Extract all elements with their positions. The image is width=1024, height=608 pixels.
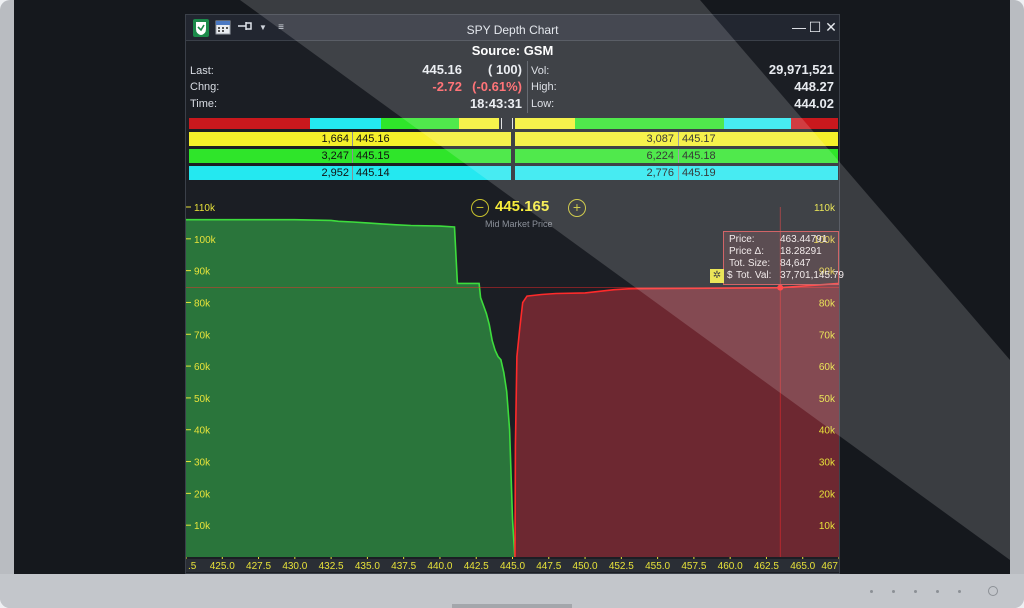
volume-value: 29,971,521 <box>768 62 834 77</box>
volume-label: Vol: <box>531 65 550 77</box>
low-value: 444.02 <box>794 96 834 111</box>
source-label: Source: GSM <box>471 43 554 58</box>
x-tick-label: 450.0 <box>573 561 598 572</box>
monitor-stand <box>452 604 572 608</box>
y-tick-label-left: 110k <box>194 203 216 214</box>
x-tick-label: 425.0 <box>210 561 235 572</box>
y-tick-label-right: 70k <box>819 330 836 341</box>
x-tick-label: 465.0 <box>790 561 815 572</box>
y-tick-label-left: 50k <box>194 394 211 405</box>
ask-price: 445.17 <box>682 133 716 145</box>
y-tick-label-right: 30k <box>819 458 836 469</box>
y-tick-label-right: 20k <box>819 489 836 500</box>
x-tick-label: 437.5 <box>391 561 416 572</box>
x-tick-label: 457.5 <box>681 561 706 572</box>
crosshair-point <box>777 284 784 291</box>
window-title: SPY Depth Chart <box>466 23 559 37</box>
ask-price: 445.19 <box>682 167 716 179</box>
x-tick-label: 432.5 <box>319 561 344 572</box>
y-tick-label-left: 80k <box>194 298 211 309</box>
x-tick-label: .5 <box>188 561 197 572</box>
depth-chart-window[interactable]: ▼ ≡ SPY Depth Chart — ☐ ✕ Source: GSM La… <box>185 14 844 574</box>
bid-size: 2,952 <box>321 167 349 179</box>
change-percent: (-0.61%) <box>472 79 522 94</box>
y-tick-label-left: 20k <box>194 489 211 500</box>
maximize-button[interactable]: ☐ <box>808 18 822 36</box>
tooltip-size-value: 84,647 <box>780 258 811 269</box>
zoom-out-button[interactable]: − <box>471 199 489 217</box>
ask-depth-area <box>515 283 839 557</box>
gear-icon[interactable]: ✲ <box>710 269 724 283</box>
desktop-screen: ▼ ≡ SPY Depth Chart — ☐ ✕ Source: GSM La… <box>14 0 1010 574</box>
monitor-bottom-bar <box>0 574 1024 608</box>
y-tick-label-left: 30k <box>194 458 211 469</box>
quote-divider <box>527 61 528 113</box>
y-tick-label-right: 110k <box>814 203 836 214</box>
tooltip-delta-value: 18.28291 <box>780 246 822 257</box>
bid-depth-area <box>186 219 515 557</box>
ask-size: 3,087 <box>646 133 674 145</box>
crosshair-tooltip: Price: 463.44791 Price Δ: 18.28291 Tot. … <box>710 231 844 285</box>
x-tick-label: 460.0 <box>718 561 743 572</box>
y-tick-label-left: 40k <box>194 426 211 437</box>
high-value: 448.27 <box>794 79 834 94</box>
ladder-row-1[interactable]: 1,664 445.16 3,087 445.17 <box>189 132 838 146</box>
tooltip-delta-label: Price Δ: <box>729 246 765 257</box>
x-tick-label: 430.0 <box>282 561 307 572</box>
y-tick-label-right: 10k <box>819 521 836 532</box>
x-tick-label: 447.5 <box>536 561 561 572</box>
close-button[interactable]: ✕ <box>824 18 838 36</box>
tooltip-value-value: 37,701,145.79 <box>780 270 844 281</box>
low-label: Low: <box>531 98 555 110</box>
y-tick-label-right: 80k <box>819 298 836 309</box>
minimize-button[interactable]: — <box>792 18 806 36</box>
x-tick-label: 445.0 <box>500 561 525 572</box>
bid-price: 445.14 <box>356 167 390 179</box>
mid-market-label: Mid Market Price <box>485 219 553 229</box>
x-tick-label: 462.5 <box>754 561 779 572</box>
ladder-row-3[interactable]: 2,952 445.14 2,776 445.19 <box>189 166 838 180</box>
y-tick-label-right: 50k <box>819 394 836 405</box>
zoom-in-button[interactable]: + <box>568 199 586 217</box>
x-tick-label: 427.5 <box>246 561 271 572</box>
x-tick-label: 455.0 <box>645 561 670 572</box>
x-tick-label: 442.5 <box>464 561 489 572</box>
last-label: Last: <box>190 65 214 77</box>
last-size: ( 100) <box>488 62 522 77</box>
change-label: Chng: <box>190 81 220 93</box>
x-tick-label: 467 <box>821 561 838 572</box>
ask-price: 445.18 <box>682 150 716 162</box>
tooltip-value-label: Tot. Val: <box>736 270 772 281</box>
time-label: Time: <box>190 98 218 110</box>
bid-price: 445.15 <box>356 150 390 162</box>
last-price: 445.16 <box>422 62 462 77</box>
x-tick-label: 452.5 <box>609 561 634 572</box>
tooltip-size-label: Tot. Size: <box>729 258 771 269</box>
bid-price: 445.16 <box>356 133 390 145</box>
y-tick-label-left: 70k <box>194 330 211 341</box>
tooltip-price-label: Price: <box>729 234 755 245</box>
y-tick-label-left: 60k <box>194 362 211 373</box>
title-bar[interactable]: ▼ ≡ SPY Depth Chart — ☐ ✕ <box>186 15 839 41</box>
time-value: 18:43:31 <box>469 96 522 111</box>
power-icon[interactable] <box>988 586 998 596</box>
y-tick-label-right: 60k <box>819 362 836 373</box>
high-label: High: <box>531 81 557 93</box>
y-tick-label-left: 100k <box>194 235 217 246</box>
ladder-row-2[interactable]: 3,247 445.15 6,224 445.18 <box>189 149 838 163</box>
y-tick-label-left: 10k <box>194 521 211 532</box>
y-tick-label-right: 40k <box>819 426 836 437</box>
bid-size: 1,664 <box>321 133 349 145</box>
ask-size: 2,776 <box>646 167 674 179</box>
tooltip-dollar-prefix: $ <box>727 270 733 281</box>
x-tick-label: 435.0 <box>355 561 380 572</box>
tooltip-price-value: 463.44791 <box>780 234 828 245</box>
mid-market-price: 445.165 <box>495 198 550 215</box>
y-tick-label-left: 90k <box>194 267 211 278</box>
mid-market-control: − 445.165 + Mid Market Price <box>471 197 591 233</box>
x-tick-label: 440.0 <box>427 561 452 572</box>
ask-size: 6,224 <box>646 150 674 162</box>
bid-size: 3,247 <box>321 150 349 162</box>
